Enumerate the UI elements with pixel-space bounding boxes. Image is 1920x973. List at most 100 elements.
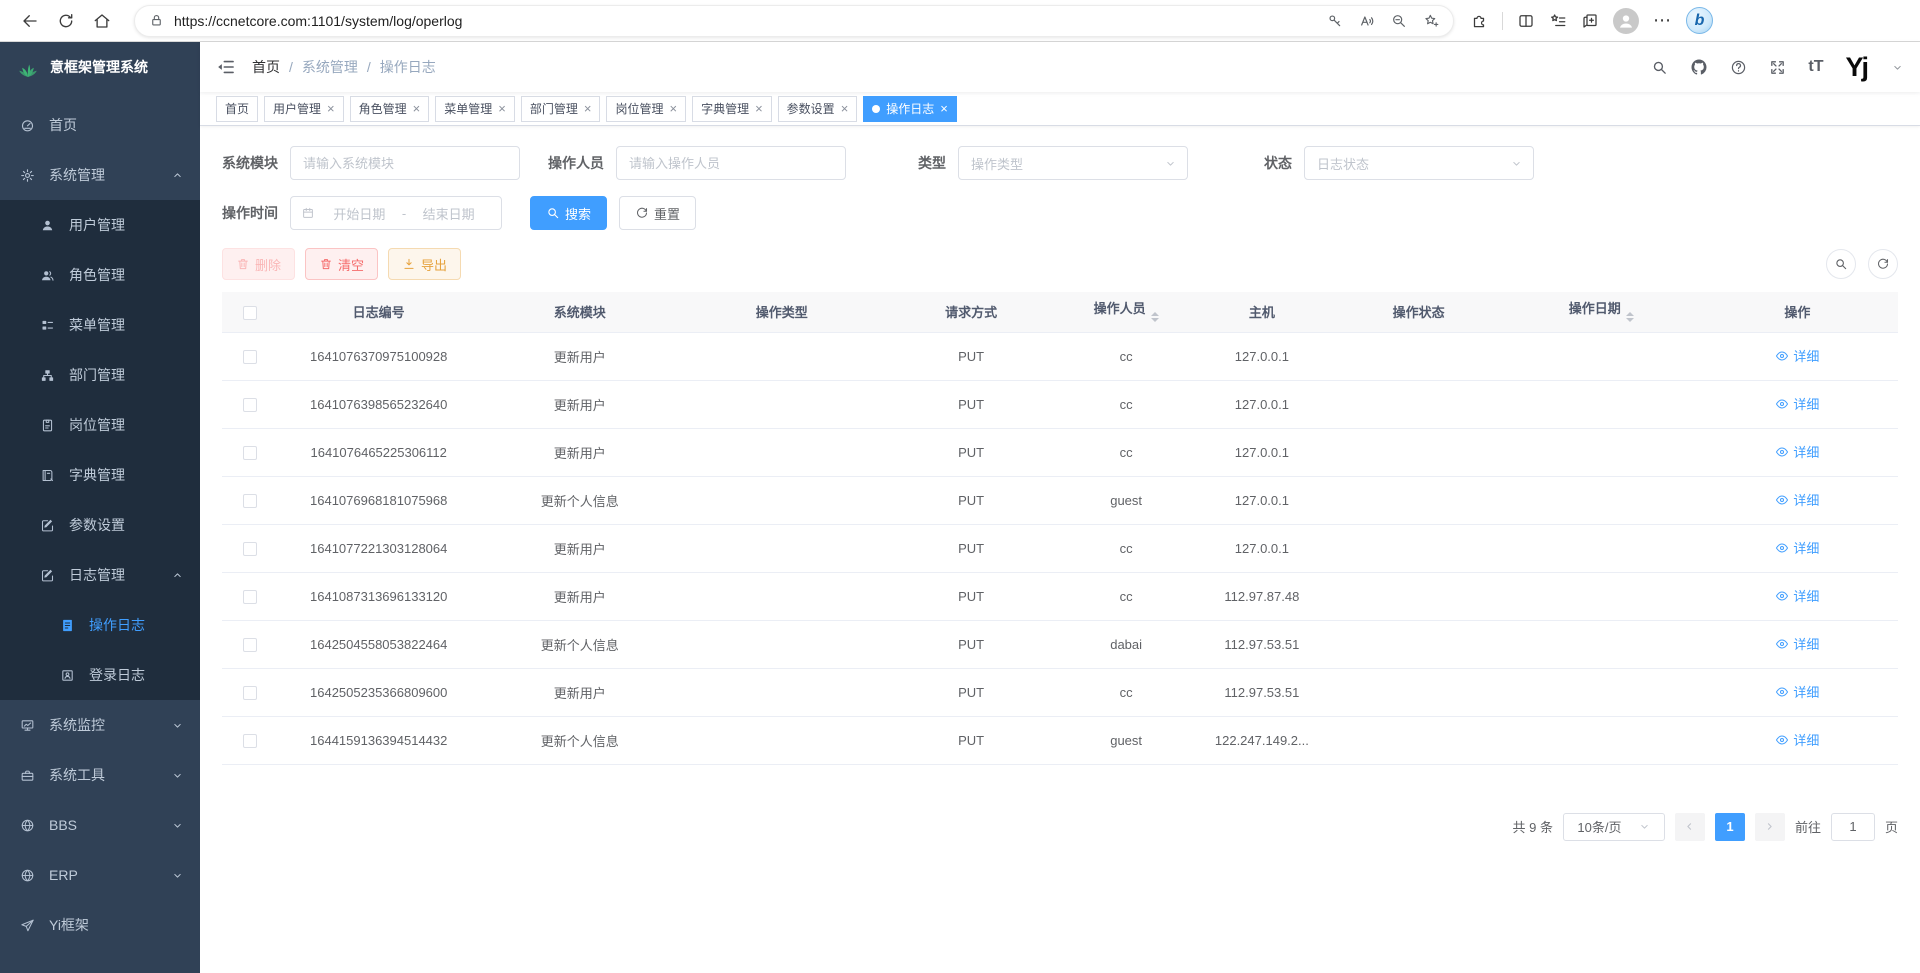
sidebar-item-role[interactable]: 角色管理 bbox=[0, 250, 200, 300]
export-button[interactable]: 导出 bbox=[388, 248, 461, 280]
status-select[interactable]: 日志状态 bbox=[1304, 146, 1534, 180]
operator-input[interactable] bbox=[616, 146, 846, 180]
user-menu-caret[interactable] bbox=[1891, 61, 1904, 74]
row-checkbox[interactable] bbox=[243, 638, 257, 652]
table-refresh-button[interactable] bbox=[1868, 249, 1898, 279]
search-button[interactable]: 搜索 bbox=[530, 196, 607, 230]
extensions-icon[interactable] bbox=[1470, 12, 1488, 30]
sidebar-item-tools[interactable]: 系统工具 bbox=[0, 750, 200, 800]
row-checkbox[interactable] bbox=[243, 494, 257, 508]
tab-home[interactable]: 首页 bbox=[216, 96, 258, 122]
tab-dict[interactable]: 字典管理× bbox=[692, 96, 772, 122]
row-checkbox[interactable] bbox=[243, 446, 257, 460]
tab-role[interactable]: 角色管理× bbox=[350, 96, 430, 122]
detail-link[interactable]: 详细 bbox=[1775, 634, 1819, 653]
close-icon[interactable]: × bbox=[755, 102, 763, 115]
sidebar-item-erp[interactable]: ERP bbox=[0, 850, 200, 900]
sidebar-item-monitor[interactable]: 系统监控 bbox=[0, 700, 200, 750]
split-screen-icon[interactable] bbox=[1517, 12, 1535, 30]
delete-button[interactable]: 删除 bbox=[222, 248, 295, 280]
detail-link[interactable]: 详细 bbox=[1775, 394, 1819, 413]
address-bar[interactable]: https://ccnetcore.com:1101/system/log/op… bbox=[134, 5, 1454, 37]
font-size-button[interactable]: tT bbox=[1808, 58, 1823, 76]
row-checkbox[interactable] bbox=[243, 686, 257, 700]
profile-avatar[interactable] bbox=[1613, 8, 1639, 34]
header-search-button[interactable] bbox=[1651, 59, 1668, 76]
goto-page-input[interactable] bbox=[1831, 813, 1875, 841]
favorites-icon[interactable] bbox=[1549, 12, 1567, 30]
detail-link[interactable]: 详细 bbox=[1775, 490, 1819, 509]
collections-icon[interactable] bbox=[1581, 12, 1599, 30]
select-all-checkbox[interactable] bbox=[243, 306, 257, 320]
sidebar-item-dept[interactable]: 部门管理 bbox=[0, 350, 200, 400]
close-icon[interactable]: × bbox=[940, 102, 948, 115]
sidebar-item-menu[interactable]: 菜单管理 bbox=[0, 300, 200, 350]
sidebar-item-param[interactable]: 参数设置 bbox=[0, 500, 200, 550]
sidebar-item-operlog[interactable]: 操作日志 bbox=[0, 600, 200, 650]
browser-menu-icon[interactable]: ⋯ bbox=[1653, 10, 1672, 31]
tab-param[interactable]: 参数设置× bbox=[778, 96, 858, 122]
tab-menu[interactable]: 菜单管理× bbox=[435, 96, 515, 122]
tab-operlog[interactable]: 操作日志× bbox=[863, 96, 957, 122]
browser-back-button[interactable] bbox=[12, 4, 48, 38]
detail-link[interactable]: 详细 bbox=[1775, 346, 1819, 365]
fullscreen-button[interactable] bbox=[1769, 59, 1786, 76]
sidebar-item-log[interactable]: 日志管理 bbox=[0, 550, 200, 600]
row-checkbox[interactable] bbox=[243, 350, 257, 364]
sort-icons[interactable] bbox=[1626, 308, 1634, 326]
sidebar-item-bbs[interactable]: BBS bbox=[0, 800, 200, 850]
zoom-out-icon[interactable] bbox=[1391, 13, 1407, 29]
row-checkbox[interactable] bbox=[243, 590, 257, 604]
col-date[interactable]: 操作日期 bbox=[1506, 292, 1697, 332]
next-page-button[interactable] bbox=[1755, 813, 1785, 841]
user-logo[interactable]: Yj bbox=[1845, 54, 1867, 81]
tab-user[interactable]: 用户管理× bbox=[264, 96, 344, 122]
read-aloud-icon[interactable] bbox=[1359, 13, 1375, 29]
page-size-select[interactable]: 10条/页 bbox=[1563, 813, 1665, 841]
sidebar-toggle-button[interactable] bbox=[200, 42, 252, 92]
sidebar-item-home[interactable]: 首页 bbox=[0, 100, 200, 150]
breadcrumb-home[interactable]: 首页 bbox=[252, 57, 280, 77]
add-favorite-icon[interactable] bbox=[1423, 13, 1439, 29]
close-icon[interactable]: × bbox=[841, 102, 849, 115]
sidebar-item-yi[interactable]: Yi框架 bbox=[0, 900, 200, 950]
help-button[interactable] bbox=[1730, 59, 1747, 76]
app-logo-area[interactable]: 意框架管理系统 bbox=[0, 42, 200, 92]
close-icon[interactable]: × bbox=[498, 102, 506, 115]
browser-home-button[interactable] bbox=[84, 4, 120, 38]
row-checkbox[interactable] bbox=[243, 398, 257, 412]
sidebar-item-system[interactable]: 系统管理 bbox=[0, 150, 200, 200]
tab-dept[interactable]: 部门管理× bbox=[521, 96, 601, 122]
date-range-picker[interactable]: 开始日期 - 结束日期 bbox=[290, 196, 502, 230]
row-checkbox[interactable] bbox=[243, 542, 257, 556]
detail-link[interactable]: 详细 bbox=[1775, 586, 1819, 605]
browser-refresh-button[interactable] bbox=[48, 4, 84, 38]
detail-link[interactable]: 详细 bbox=[1775, 538, 1819, 557]
sidebar-item-loginlog[interactable]: 登录日志 bbox=[0, 650, 200, 700]
row-checkbox[interactable] bbox=[243, 734, 257, 748]
close-icon[interactable]: × bbox=[669, 102, 677, 115]
detail-link[interactable]: 详细 bbox=[1775, 682, 1819, 701]
reset-button[interactable]: 重置 bbox=[619, 196, 696, 230]
detail-link[interactable]: 详细 bbox=[1775, 442, 1819, 461]
sort-icons[interactable] bbox=[1151, 308, 1159, 326]
close-icon[interactable]: × bbox=[327, 102, 335, 115]
sidebar-item-post[interactable]: 岗位管理 bbox=[0, 400, 200, 450]
close-icon[interactable]: × bbox=[584, 102, 592, 115]
col-operator[interactable]: 操作人员 bbox=[1060, 292, 1192, 332]
detail-link[interactable]: 详细 bbox=[1775, 730, 1819, 749]
current-page-button[interactable]: 1 bbox=[1715, 813, 1745, 841]
password-key-icon[interactable] bbox=[1327, 13, 1343, 29]
sidebar-item-dict[interactable]: 字典管理 bbox=[0, 450, 200, 500]
tab-post[interactable]: 岗位管理× bbox=[606, 96, 686, 122]
sidebar-item-user[interactable]: 用户管理 bbox=[0, 200, 200, 250]
type-select[interactable]: 操作类型 bbox=[958, 146, 1188, 180]
table-search-toggle-button[interactable] bbox=[1826, 249, 1856, 279]
clear-button[interactable]: 清空 bbox=[305, 248, 378, 280]
bing-chat-button[interactable]: b bbox=[1686, 7, 1713, 34]
close-icon[interactable]: × bbox=[413, 102, 421, 115]
prev-page-button[interactable] bbox=[1675, 813, 1705, 841]
url-text[interactable]: https://ccnetcore.com:1101/system/log/op… bbox=[174, 13, 1327, 29]
module-input[interactable] bbox=[290, 146, 520, 180]
github-link[interactable] bbox=[1690, 58, 1708, 76]
